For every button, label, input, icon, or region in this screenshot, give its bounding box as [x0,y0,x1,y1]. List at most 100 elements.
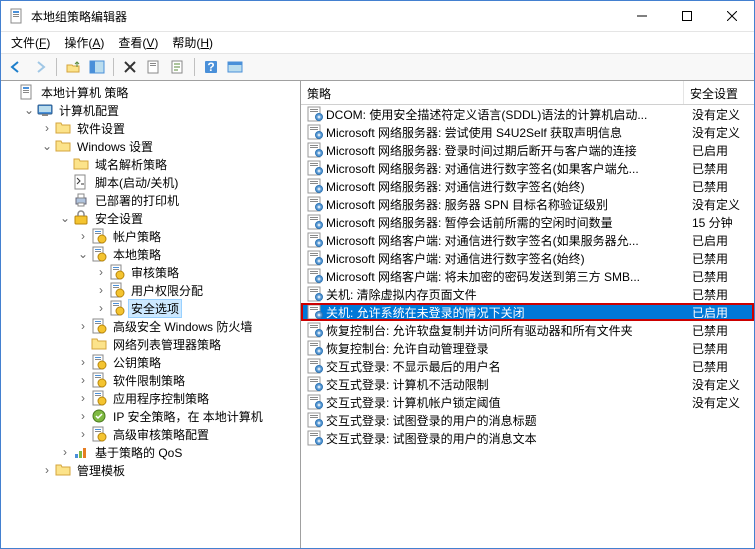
tree-twisty[interactable]: › [93,264,109,280]
tree-twisty[interactable]: › [75,426,91,442]
properties-button[interactable] [167,56,189,78]
list-row[interactable]: 交互式登录: 计算机不活动限制没有定义 [301,375,754,393]
tree-pane[interactable]: 本地计算机 策略⌄计算机配置›软件设置⌄Windows 设置域名解析策略脚本(启… [1,81,301,548]
tree-item[interactable]: ›软件设置 [3,119,298,137]
export-button[interactable] [143,56,165,78]
policy-setting: 没有定义 [692,196,754,213]
tree-twisty[interactable]: › [93,282,109,298]
tree-twisty[interactable]: › [75,372,91,388]
policy-icon [307,286,323,302]
list-row[interactable]: Microsoft 网络客户端: 对通信进行数字签名(如果服务器允...已启用 [301,231,754,249]
tree-twisty[interactable]: › [93,300,109,316]
list-row[interactable]: Microsoft 网络服务器: 服务器 SPN 目标名称验证级别没有定义 [301,195,754,213]
list-row[interactable]: 恢复控制台: 允许自动管理登录已禁用 [301,339,754,357]
tree-item[interactable]: ⌄Windows 设置 [3,137,298,155]
tree-item[interactable]: › 应用程序控制策略 [3,389,298,407]
list-row[interactable]: 交互式登录: 试图登录的用户的消息标题 [301,411,754,429]
list-row[interactable]: Microsoft 网络客户端: 对通信进行数字签名(始终)已禁用 [301,249,754,267]
tree-item[interactable]: ›软件限制策略 [3,371,298,389]
list-row[interactable]: 恢复控制台: 允许软盘复制并访问所有驱动器和所有文件夹已禁用 [301,321,754,339]
tree-label: 公钥策略 [110,353,164,372]
tree-item[interactable]: ⌄安全设置 [3,209,298,227]
tree-twisty[interactable]: › [75,390,91,406]
policy-icon [307,394,323,410]
tree-item[interactable]: ⌄ 计算机配置 [3,101,298,119]
tree-label: 本地计算机 策略 [38,83,131,102]
tree-item[interactable]: ›高级审核策略配置 [3,425,298,443]
help-button[interactable]: ? [200,56,222,78]
tree-item[interactable]: ›审核策略 [3,263,298,281]
list-row[interactable]: Microsoft 网络服务器: 对通信进行数字签名(始终)已禁用 [301,177,754,195]
policy-icon [307,250,323,266]
list-row[interactable]: 关机: 允许系统在未登录的情况下关闭已启用 [301,303,754,321]
tree-item[interactable]: ›安全选项 [3,299,298,317]
list-row[interactable]: Microsoft 网络服务器: 对通信进行数字签名(如果客户端允...已禁用 [301,159,754,177]
tree-item[interactable]: 脚本(启动/关机) [3,173,298,191]
maximize-button[interactable] [664,1,709,31]
tree-label: 已部署的打印机 [92,191,182,210]
tree-twisty[interactable]: ⌄ [75,246,91,262]
tree-label: 应用程序控制策略 [110,389,212,408]
list-row[interactable]: 交互式登录: 试图登录的用户的消息文本 [301,429,754,447]
view-button[interactable] [224,56,246,78]
col-policy[interactable]: 策略 [301,81,684,104]
tree-twisty[interactable]: › [75,354,91,370]
policy-setting: 已禁用 [692,340,754,357]
tree-twisty[interactable]: › [39,120,55,136]
tree-item[interactable]: › 公钥策略 [3,353,298,371]
tree-item[interactable]: ›IP 安全策略，在 本地计算机 [3,407,298,425]
menu-a[interactable]: 操作(A) [58,32,110,53]
tree-item[interactable]: ⌄ 本地策略 [3,245,298,263]
tree-item[interactable]: 域名解析策略 [3,155,298,173]
qos-icon [73,444,89,460]
policy-name: Microsoft 网络服务器: 服务器 SPN 目标名称验证级别 [326,196,692,213]
tree-item[interactable]: ›帐户策略 [3,227,298,245]
tree-item[interactable]: 已部署的打印机 [3,191,298,209]
list-row[interactable]: Microsoft 网络服务器: 登录时间过期后断开与客户端的连接已启用 [301,141,754,159]
minimize-button[interactable] [619,1,664,31]
tree-item[interactable]: 网络列表管理器策略 [3,335,298,353]
policy-icon [307,124,323,140]
tree-twisty[interactable]: › [75,318,91,334]
forward-button[interactable] [29,56,51,78]
policy-icon [307,196,323,212]
policy-icon [307,322,323,338]
back-button[interactable] [5,56,27,78]
list-row[interactable]: Microsoft 网络服务器: 暂停会话前所需的空闲时间数量15 分钟 [301,213,754,231]
close-button[interactable] [709,1,754,31]
col-setting[interactable]: 安全设置 [684,81,754,104]
policy-setting: 没有定义 [692,106,754,123]
list-body[interactable]: DCOM: 使用安全描述符定义语言(SDDL)语法的计算机启动...没有定义Mi… [301,105,754,548]
up-button[interactable] [62,56,84,78]
policy-setting: 已禁用 [692,178,754,195]
menu-f[interactable]: 文件(F) [5,32,56,53]
tree-item[interactable]: ›高级安全 Windows 防火墙 [3,317,298,335]
tree-item[interactable]: ›管理模板 [3,461,298,479]
list-row[interactable]: DCOM: 使用安全描述符定义语言(SDDL)语法的计算机启动...没有定义 [301,105,754,123]
tree-item[interactable]: 本地计算机 策略 [3,83,298,101]
policy-name: 关机: 清除虚拟内存页面文件 [326,286,692,303]
delete-button[interactable] [119,56,141,78]
list-row[interactable]: 交互式登录: 计算机帐户锁定阈值没有定义 [301,393,754,411]
pol-icon [91,318,107,334]
policy-name: 交互式登录: 计算机帐户锁定阈值 [326,394,692,411]
tree-twisty[interactable]: ⌄ [21,102,37,118]
tree-twisty[interactable]: ⌄ [39,138,55,154]
tree-twisty[interactable]: › [75,408,91,424]
list-row[interactable]: Microsoft 网络服务器: 尝试使用 S4U2Self 获取声明信息没有定… [301,123,754,141]
menu-h[interactable]: 帮助(H) [166,32,219,53]
titlebar[interactable]: 本地组策略编辑器 [1,1,754,31]
tree-twisty[interactable]: ⌄ [57,210,73,226]
tree-twisty[interactable]: › [75,228,91,244]
list-row[interactable]: Microsoft 网络客户端: 将未加密的密码发送到第三方 SMB...已禁用 [301,267,754,285]
list-row[interactable]: 关机: 清除虚拟内存页面文件已禁用 [301,285,754,303]
tree-twisty[interactable]: › [39,462,55,478]
tree-item[interactable]: ›基于策略的 QoS [3,443,298,461]
menu-v[interactable]: 查看(V) [112,32,164,53]
tree-item[interactable]: ›用户权限分配 [3,281,298,299]
tree-twisty[interactable]: › [57,444,73,460]
show-tree-button[interactable] [86,56,108,78]
tree-label: 计算机配置 [56,101,122,120]
list-row[interactable]: 交互式登录: 不显示最后的用户名已禁用 [301,357,754,375]
tree-label: 本地策略 [110,245,164,264]
